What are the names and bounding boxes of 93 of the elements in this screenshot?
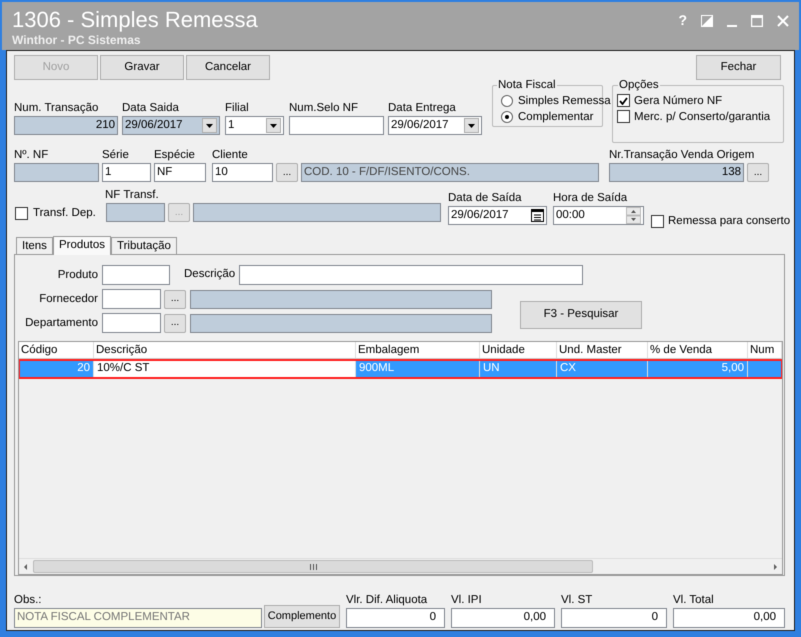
checkbox[interactable] [15, 206, 28, 220]
field-label: Vlr. Dif. Aliquota [346, 593, 428, 608]
table-cell: 10%/C ST [94, 360, 356, 378]
field-label: Vl. IPI [451, 593, 482, 608]
input-field[interactable]: 210 [14, 116, 118, 135]
toolbar-button[interactable]: Cancelar [186, 55, 270, 80]
field-label: Data de Saída [448, 191, 522, 206]
toolbar-button[interactable]: Gravar [100, 55, 184, 80]
radio-button[interactable] [501, 94, 513, 106]
field-label: NF Transf. [105, 188, 159, 203]
input-field[interactable]: NF [154, 163, 206, 182]
field-label: Produto [58, 268, 98, 283]
field-label: Gera Número NF [634, 94, 722, 108]
dropdown-field[interactable]: 29/06/2017 [388, 116, 482, 135]
radio-button[interactable] [501, 110, 513, 122]
column-header[interactable]: Num [748, 342, 782, 358]
input-field[interactable] [239, 265, 584, 285]
input-field[interactable] [289, 116, 384, 135]
input-field[interactable] [102, 265, 170, 285]
table-cell: UN [480, 360, 557, 378]
field-label: Nr.Transação Venda Origem [609, 148, 754, 163]
field-label: Cliente [212, 148, 248, 163]
field-label: Série [102, 148, 129, 163]
tab[interactable]: Tributação [110, 237, 177, 254]
field-label: Obs.: [14, 593, 42, 608]
checkbox[interactable] [651, 214, 664, 228]
column-header[interactable]: Und. Master [557, 342, 648, 358]
input-field[interactable] [14, 163, 99, 182]
input-field[interactable]: 138 [609, 163, 744, 182]
field-label: Num.Selo NF [289, 101, 358, 116]
input-field[interactable]: 1 [102, 163, 151, 182]
column-header[interactable]: Unidade [480, 342, 557, 358]
table-cell: 900ML [356, 360, 480, 378]
table-row[interactable]: 20 10%/C ST 900ML UN CX 5,00 [19, 360, 782, 378]
maximize-icon[interactable] [751, 14, 763, 26]
close-button[interactable]: Fechar [696, 55, 781, 80]
theme-icon[interactable] [701, 14, 713, 26]
calendar-icon[interactable] [531, 209, 544, 222]
field-label: Complementar [518, 110, 594, 124]
input-field[interactable] [106, 203, 165, 222]
field-label: Vl. Total [673, 593, 714, 608]
field-label: Merc. p/ Conserto/garantia [634, 110, 770, 124]
dropdown-field[interactable]: 29/06/2017 [122, 116, 220, 135]
field-label: Departamento [25, 316, 98, 331]
window-subtitle: Winthor - PC Sistemas [12, 33, 141, 47]
tab[interactable]: Itens [16, 237, 53, 254]
scrollbar-thumb[interactable] [33, 560, 593, 573]
field-label: Descrição [184, 268, 236, 280]
group-title: Opções [618, 78, 660, 92]
field-label: Fornecedor [39, 292, 98, 307]
table-cell: CX [557, 360, 648, 378]
time-field[interactable]: 00:00 [553, 206, 644, 225]
input-field[interactable]: 0,00 [673, 608, 785, 628]
input-field[interactable]: 10 [212, 163, 273, 182]
search-button[interactable]: F3 - Pesquisar [520, 301, 642, 329]
field-label: Filial [225, 101, 249, 116]
field-label: Transf. Dep. [33, 206, 96, 221]
input-field[interactable]: 0 [346, 608, 445, 628]
tab[interactable]: Produtos [52, 236, 111, 255]
field-label: Remessa para conserto [668, 214, 790, 229]
field-label: Nº. NF [14, 148, 48, 163]
field-label: Hora de Saída [553, 191, 628, 206]
client-name-field: COD. 10 - F/DF/ISENTO/CONS. [301, 163, 599, 182]
browse-button[interactable]: ... [164, 290, 186, 308]
table-cell: 5,00 [648, 360, 748, 378]
input-field[interactable] [102, 313, 161, 333]
checkbox[interactable] [617, 110, 630, 123]
field-label: Num. Transação [14, 101, 98, 116]
browse-button[interactable]: ... [164, 314, 186, 332]
input-field[interactable] [102, 289, 161, 309]
horizontal-scrollbar[interactable] [19, 558, 782, 574]
field-label: Vl. ST [561, 593, 592, 608]
date-field[interactable]: 29/06/2017 [448, 206, 547, 225]
field-label: Data Saida [122, 101, 179, 116]
checkbox[interactable] [617, 94, 630, 107]
spinner-icon[interactable] [626, 207, 641, 224]
input-field[interactable] [193, 203, 441, 222]
complement-button[interactable]: Complemento [264, 605, 340, 628]
column-header[interactable]: % de Venda [648, 342, 748, 358]
column-header[interactable]: Embalagem [356, 342, 480, 358]
window-title: 1306 - Simples Remessa [12, 7, 258, 33]
field-label: Espécie [154, 148, 195, 163]
browse-button[interactable]: ... [747, 163, 769, 182]
column-header[interactable]: Código [19, 342, 94, 358]
field-label: Data Entrega [388, 101, 456, 116]
close-icon[interactable] [777, 14, 789, 26]
column-header[interactable]: Descrição [94, 342, 356, 358]
observation-field[interactable]: NOTA FISCAL COMPLEMENTAR [14, 608, 262, 628]
input-field[interactable]: 0 [561, 608, 667, 628]
browse-button[interactable]: ... [276, 163, 298, 182]
dropdown-field[interactable]: 1 [225, 116, 284, 135]
input-field[interactable]: 0,00 [451, 608, 555, 628]
field-label: Simples Remessa [518, 94, 611, 108]
